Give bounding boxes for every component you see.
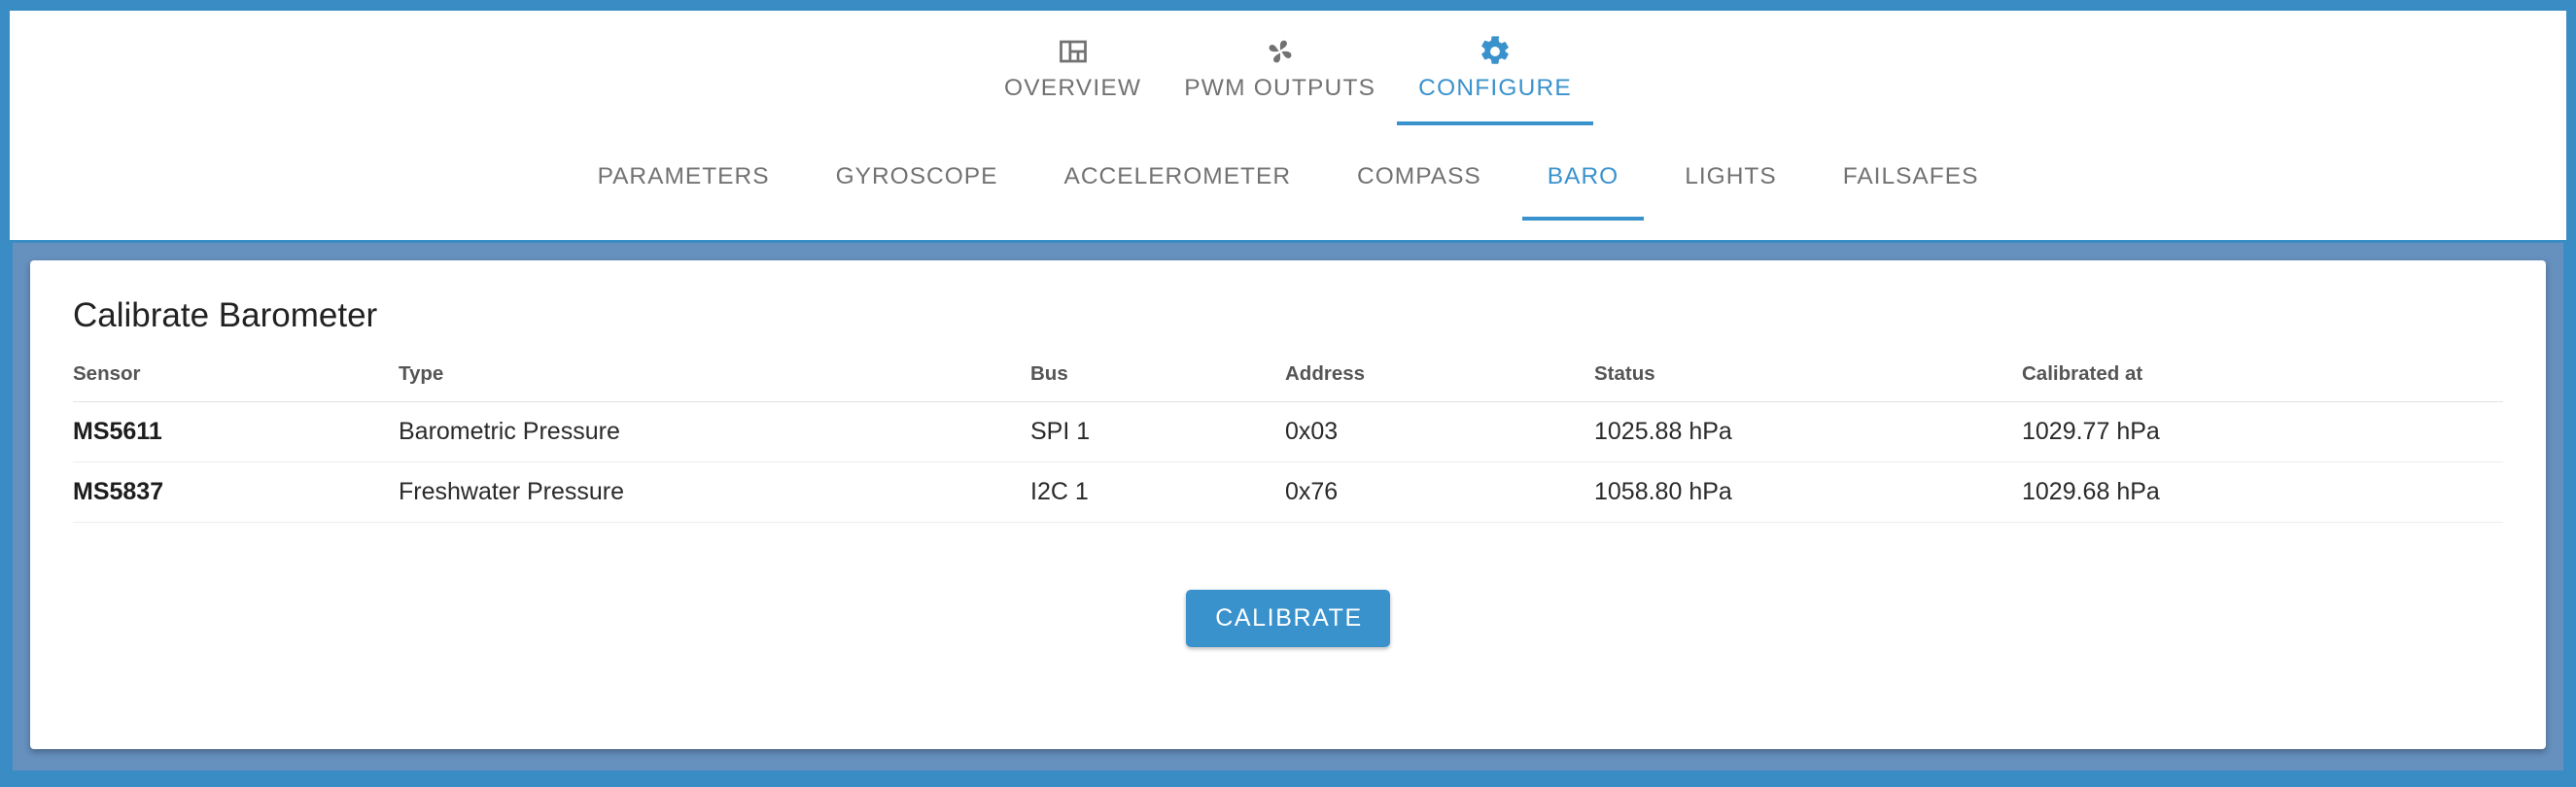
app-frame: OVERVIEW PWM OUTPUTS CONFIGURE PARAMETER…	[0, 0, 2576, 787]
primary-tab-configure[interactable]: CONFIGURE	[1397, 32, 1593, 125]
primary-tab-label: OVERVIEW	[1004, 75, 1142, 101]
cell-status: 1025.88 hPa	[1594, 401, 2022, 462]
cell-sensor: MS5611	[73, 401, 399, 462]
cell-type: Freshwater Pressure	[399, 462, 1030, 523]
cell-calibrated-at: 1029.68 hPa	[2022, 462, 2503, 523]
sub-tab-underline	[811, 217, 1024, 221]
sub-tab-accelerometer[interactable]: ACCELEROMETER	[1031, 156, 1325, 221]
sub-tab-compass[interactable]: COMPASS	[1324, 156, 1514, 221]
calibrate-button[interactable]: CALIBRATE	[1186, 589, 1390, 647]
card-footer: CALIBRATE	[73, 523, 2503, 731]
cell-type: Barometric Pressure	[399, 401, 1030, 462]
app-window: OVERVIEW PWM OUTPUTS CONFIGURE PARAMETER…	[10, 11, 2566, 773]
calibrate-barometer-card: Calibrate Barometer Sensor Type Bus Addr…	[30, 260, 2546, 749]
cell-sensor: MS5837	[73, 462, 399, 523]
column-header-type: Type	[399, 361, 1030, 402]
sub-tab-label: FAILSAFES	[1842, 163, 1979, 189]
sub-tab-parameters[interactable]: PARAMETERS	[565, 156, 803, 221]
page-title: Calibrate Barometer	[73, 296, 378, 334]
content-panel: Calibrate Barometer Sensor Type Bus Addr…	[10, 240, 2566, 773]
column-header-bus: Bus	[1030, 361, 1285, 402]
sub-tab-underline-active	[1521, 217, 1645, 221]
dashboard-grid-icon	[1059, 32, 1088, 71]
cell-address: 0x76	[1285, 462, 1594, 523]
propeller-icon	[1264, 32, 1297, 71]
sub-tab-label: PARAMETERS	[597, 163, 770, 189]
cell-bus: SPI 1	[1030, 401, 1285, 462]
sub-tab-label: BARO	[1547, 163, 1619, 189]
cell-status: 1058.80 hPa	[1594, 462, 2022, 523]
sensor-table: Sensor Type Bus Address Status Calibrate…	[73, 361, 2503, 523]
sub-tab-label: LIGHTS	[1685, 163, 1777, 189]
secondary-navigation: PARAMETERS GYROSCOPE ACCELEROMETER COMPA…	[10, 156, 2566, 240]
cell-address: 0x03	[1285, 401, 1594, 462]
column-header-status: Status	[1594, 361, 2022, 402]
table-row: MS5837 Freshwater Pressure I2C 1 0x76 10…	[73, 462, 2503, 523]
sub-tab-label: GYROSCOPE	[835, 163, 998, 189]
column-header-address: Address	[1285, 361, 1594, 402]
sub-tab-underline	[573, 217, 795, 221]
primary-tab-overview[interactable]: OVERVIEW	[983, 32, 1163, 125]
gear-icon	[1479, 32, 1512, 71]
sub-tab-underline	[1818, 217, 2004, 221]
table-body: MS5611 Barometric Pressure SPI 1 0x03 10…	[73, 401, 2503, 523]
primary-navigation: OVERVIEW PWM OUTPUTS CONFIGURE	[10, 11, 2566, 156]
sub-tab-lights[interactable]: LIGHTS	[1652, 156, 1810, 221]
table-header-row: Sensor Type Bus Address Status Calibrate…	[73, 361, 2503, 402]
sub-tab-underline	[1039, 217, 1317, 221]
column-header-sensor: Sensor	[73, 361, 399, 402]
table-row: MS5611 Barometric Pressure SPI 1 0x03 10…	[73, 401, 2503, 462]
primary-tab-label: CONFIGURE	[1418, 75, 1572, 101]
tab-underline	[1163, 121, 1397, 125]
sub-tab-gyroscope[interactable]: GYROSCOPE	[803, 156, 1031, 221]
table-header: Sensor Type Bus Address Status Calibrate…	[73, 361, 2503, 402]
cell-calibrated-at: 1029.77 hPa	[2022, 401, 2503, 462]
primary-tab-pwm-outputs[interactable]: PWM OUTPUTS	[1163, 32, 1397, 125]
sub-tab-underline	[1659, 217, 1802, 221]
primary-tab-label: PWM OUTPUTS	[1184, 75, 1376, 101]
sub-tab-label: ACCELEROMETER	[1063, 163, 1292, 189]
sub-tab-baro[interactable]: BARO	[1514, 156, 1652, 221]
column-header-calibrated-at: Calibrated at	[2022, 361, 2503, 402]
sub-tab-label: COMPASS	[1357, 163, 1481, 189]
tab-underline-active	[1397, 121, 1593, 125]
sub-tab-underline	[1332, 217, 1507, 221]
cell-bus: I2C 1	[1030, 462, 1285, 523]
tab-underline	[983, 121, 1163, 125]
sub-tab-failsafes[interactable]: FAILSAFES	[1810, 156, 2012, 221]
